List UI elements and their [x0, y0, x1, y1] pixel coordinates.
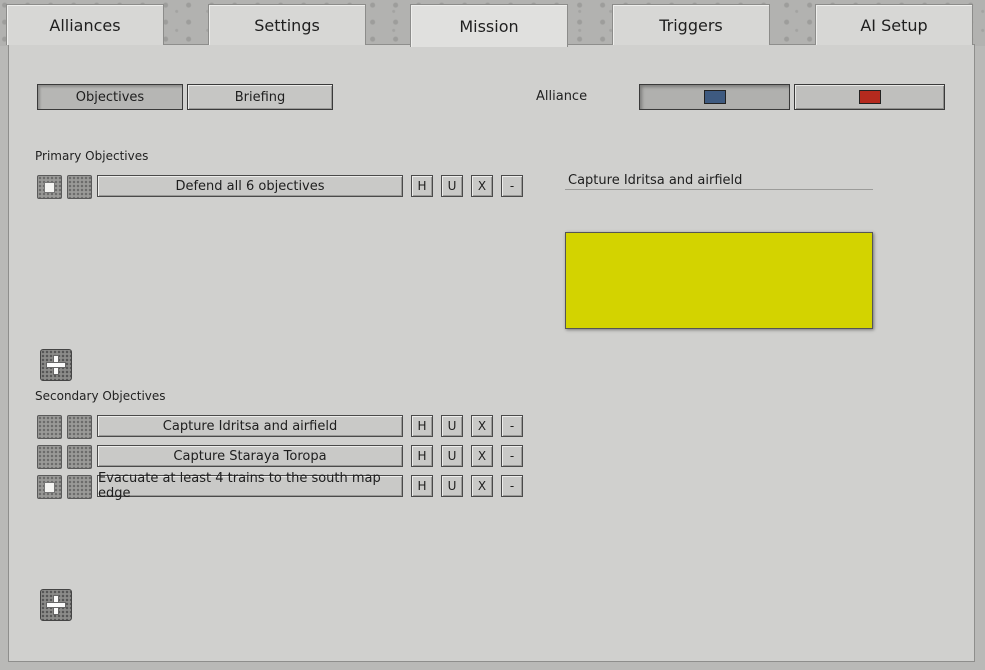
main-panel [8, 44, 975, 662]
delete-button[interactable]: X [471, 175, 493, 197]
delete-button[interactable]: X [471, 415, 493, 437]
remove-button[interactable]: - [501, 175, 523, 197]
objective-color-button[interactable] [67, 475, 92, 499]
secondary-objective-row: Evacuate at least 4 trains to the south … [37, 471, 527, 501]
objective-name-button[interactable]: Evacuate at least 4 trains to the south … [97, 471, 403, 501]
add-secondary-objective-button[interactable] [40, 589, 72, 621]
unhide-button[interactable]: U [441, 475, 463, 497]
objective-checkbox[interactable] [37, 445, 62, 469]
unhide-button[interactable]: U [441, 175, 463, 197]
blue-swatch [703, 90, 726, 104]
tab-mission[interactable]: Mission [410, 4, 568, 47]
unhide-button[interactable]: U [441, 415, 463, 437]
hide-button[interactable]: H [411, 445, 433, 467]
objective-color-button[interactable] [67, 175, 92, 199]
hide-button[interactable]: H [411, 175, 433, 197]
hide-button[interactable]: H [411, 415, 433, 437]
tab-ai-setup[interactable]: AI Setup [815, 4, 973, 45]
check-mark [44, 182, 55, 193]
briefing-button[interactable]: Briefing [187, 84, 333, 110]
objective-color-button[interactable] [67, 415, 92, 439]
plus-icon [45, 354, 67, 376]
alliance-label: Alliance [536, 89, 588, 104]
delete-button[interactable]: X [471, 445, 493, 467]
objectives-button[interactable]: Objectives [37, 84, 183, 110]
tab-settings[interactable]: Settings [208, 4, 366, 45]
objective-color-swatch[interactable] [565, 232, 873, 329]
primary-objectives-heading: Primary Objectives [35, 149, 149, 163]
primary-objective-row: Defend all 6 objectives H U X - [37, 175, 527, 199]
objective-checkbox[interactable] [37, 475, 62, 499]
objective-color-button[interactable] [67, 445, 92, 469]
objective-checkbox[interactable] [37, 175, 62, 199]
tab-triggers[interactable]: Triggers [612, 4, 770, 45]
check-mark [44, 482, 55, 493]
objective-title-field[interactable]: Capture Idritsa and airfield [565, 173, 873, 190]
secondary-objective-row: Capture Idritsa and airfield H U X - [37, 415, 527, 439]
alliance-red-button[interactable] [794, 84, 945, 110]
remove-button[interactable]: - [501, 415, 523, 437]
red-swatch [858, 90, 881, 104]
objective-name-button[interactable]: Capture Staraya Toropa [97, 445, 403, 467]
remove-button[interactable]: - [501, 445, 523, 467]
plus-icon [45, 594, 67, 616]
secondary-objectives-heading: Secondary Objectives [35, 389, 166, 403]
objective-checkbox[interactable] [37, 415, 62, 439]
objective-name-button[interactable]: Defend all 6 objectives [97, 175, 403, 197]
alliance-blue-button[interactable] [639, 84, 790, 110]
secondary-objective-row: Capture Staraya Toropa H U X - [37, 445, 527, 469]
hide-button[interactable]: H [411, 475, 433, 497]
delete-button[interactable]: X [471, 475, 493, 497]
remove-button[interactable]: - [501, 475, 523, 497]
objective-name-button[interactable]: Capture Idritsa and airfield [97, 415, 403, 437]
add-primary-objective-button[interactable] [40, 349, 72, 381]
tab-alliances[interactable]: Alliances [6, 4, 164, 45]
unhide-button[interactable]: U [441, 445, 463, 467]
